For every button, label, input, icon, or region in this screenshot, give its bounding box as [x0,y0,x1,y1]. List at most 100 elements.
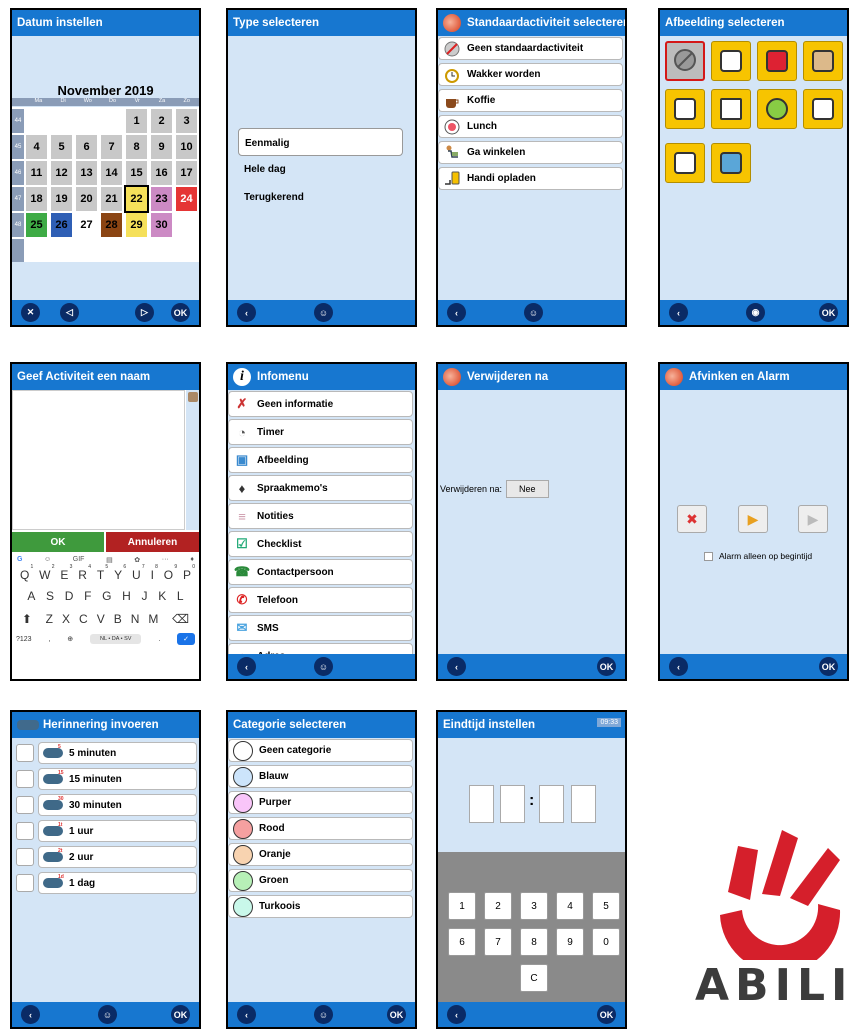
reminder-item[interactable]: 1t 1 uur [38,820,197,842]
key[interactable]: Q1 [20,564,33,582]
menu-item[interactable]: ▣ Afbeelding [228,447,413,473]
back-button[interactable]: ‹ [237,303,256,322]
calendar-day[interactable]: 3 [176,109,197,133]
comma-key[interactable]: , [48,636,50,643]
period-key[interactable]: . [158,636,160,643]
menu-item[interactable]: ✆ Telefoon [228,587,413,613]
reminder-item[interactable]: 1d 1 dag [38,872,197,894]
calendar-day[interactable]: 4 [26,135,47,159]
calendar-day[interactable]: 11 [26,161,47,185]
image-tile[interactable] [711,143,751,183]
alarm-start-only[interactable]: Alarm alleen op begintijd [704,551,812,561]
key-clear[interactable]: C [520,964,548,992]
calendar-day[interactable]: 15 [126,161,147,185]
category-item[interactable]: Oranje [228,843,413,866]
key[interactable]: A [27,589,35,603]
cancel-button[interactable]: Annuleren [106,532,199,552]
key[interactable]: D [65,589,74,603]
user-button[interactable]: ☺ [98,1005,117,1024]
category-item[interactable]: Purper [228,791,413,814]
key[interactable]: K [158,589,166,603]
time-field-m1[interactable] [539,785,564,823]
menu-item[interactable]: ☎ Contactpersoon [228,559,413,585]
key[interactable]: B [114,612,122,626]
key[interactable]: X [62,612,70,626]
calendar-day[interactable]: 26 [51,213,72,237]
key[interactable]: S [46,589,54,603]
calendar-day[interactable]: 19 [51,187,72,211]
previous-button[interactable]: ◁ [60,303,79,322]
calendar-day[interactable]: 29 [126,213,147,237]
key[interactable]: U7 [132,564,145,582]
menu-item[interactable]: ✗ Geen informatie [228,391,413,417]
calendar-day[interactable]: 17 [176,161,197,185]
key[interactable]: M [148,612,158,626]
calendar-day[interactable]: 22 [124,185,149,213]
checkbox[interactable] [16,770,34,788]
back-button[interactable]: ‹ [237,657,256,676]
time-field-h1[interactable] [469,785,494,823]
image-tile[interactable] [803,89,843,129]
menu-item[interactable]: ✉ SMS [228,615,413,641]
key[interactable]: R4 [78,564,91,582]
user-button[interactable]: ☺ [524,303,543,322]
key[interactable]: W2 [39,564,54,582]
checkbox[interactable] [16,796,34,814]
key-3[interactable]: 3 [520,892,548,920]
ok-button[interactable]: OK [171,1005,190,1024]
key[interactable]: C [79,612,88,626]
key[interactable]: L [177,589,184,603]
ok-button[interactable]: OK [819,303,838,322]
gif-button[interactable]: GIF [73,556,85,564]
calendar-day[interactable]: 20 [76,187,97,211]
category-item[interactable]: Groen [228,869,413,892]
category-item[interactable]: Blauw [228,765,413,788]
globe-icon[interactable]: ⊕ [67,635,73,643]
image-tile[interactable] [803,41,843,81]
more-icon[interactable]: ··· [162,556,169,564]
user-button[interactable]: ☺ [314,1005,333,1024]
calendar-day[interactable]: 12 [51,161,72,185]
list-item[interactable]: Wakker worden [438,63,623,86]
checkbox[interactable] [16,848,34,866]
key[interactable]: V [97,612,105,626]
calendar-day[interactable]: 2 [151,109,172,133]
close-button[interactable]: ✕ [21,303,40,322]
shift-key[interactable]: ⬆ [22,612,32,626]
key[interactable]: Y6 [114,564,126,582]
key[interactable]: T5 [97,564,108,582]
backspace-key[interactable]: ⌫ [172,612,189,626]
key[interactable]: N [131,612,140,626]
key[interactable]: F [84,589,91,603]
calendar-day[interactable]: 30 [151,213,172,237]
key[interactable]: Z [46,612,53,626]
reminder-item[interactable]: 2t 2 uur [38,846,197,868]
image-none-tile[interactable] [665,41,705,81]
key[interactable]: G [102,589,111,603]
key-6[interactable]: 6 [448,928,476,956]
back-button[interactable]: ‹ [447,303,466,322]
calendar-day[interactable]: 5 [51,135,72,159]
symbols-key[interactable]: ?123 [16,636,32,643]
key[interactable]: E3 [60,564,72,582]
key[interactable]: J [142,589,148,603]
ok-button[interactable]: OK [597,1005,616,1024]
key-5[interactable]: 5 [592,892,620,920]
calendar-day[interactable]: 6 [76,135,97,159]
name-textarea[interactable] [12,390,185,530]
back-button[interactable]: ‹ [21,1005,40,1024]
list-item[interactable]: Lunch [438,115,623,138]
ok-button[interactable]: OK [387,1005,406,1024]
calendar-day[interactable]: 25 [26,213,47,237]
mic-icon[interactable]: ♦ [190,556,194,564]
list-item[interactable]: Geen standaardactiviteit [438,37,623,60]
space-key[interactable]: NL • DA • SV [89,634,142,644]
menu-item[interactable]: ♦ Spraakmemo's [228,475,413,501]
enter-key[interactable]: ✓ [177,633,195,645]
next-button[interactable]: ▷ [135,303,154,322]
calendar-day[interactable]: 24 [176,187,197,211]
menu-item[interactable]: ≡ Notities [228,503,413,529]
calendar-day[interactable]: 14 [101,161,122,185]
reminder-item[interactable]: 5 5 minuten [38,742,197,764]
sticker-icon[interactable]: ☺ [44,556,51,564]
